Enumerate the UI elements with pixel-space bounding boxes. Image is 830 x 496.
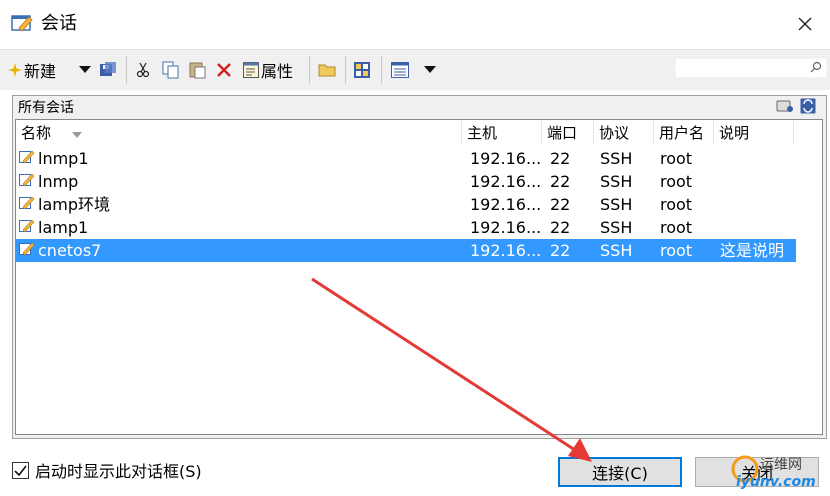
toolbar-separator	[126, 56, 127, 84]
session-cell-port: 22	[550, 241, 571, 260]
session-cell-protocol: SSH	[600, 149, 633, 168]
connect-button[interactable]: 连接(C)	[558, 457, 682, 487]
panel-actions	[776, 98, 816, 114]
properties-button[interactable]: 属性	[243, 50, 293, 90]
column-header-description[interactable]: 说明	[714, 121, 794, 145]
save-icon	[100, 62, 116, 76]
session-cell-user: root	[660, 218, 693, 237]
copy-button[interactable]	[162, 50, 180, 90]
column-header-port[interactable]: 端口	[542, 121, 594, 145]
session-cell-protocol: SSH	[600, 218, 633, 237]
close-icon	[798, 17, 812, 31]
session-manager-button[interactable]	[353, 50, 371, 90]
session-row[interactable]: cnetos7 192.16... 22 SSH root 这是说明	[16, 239, 796, 262]
connect-button-label: 连接(C)	[592, 464, 648, 483]
search-input[interactable]	[675, 58, 827, 78]
session-row[interactable]: lamp1 192.16... 22 SSH root	[16, 216, 796, 239]
sessions-panel: 所有会话 名称 主机 端口 协议 用户名 说明 lnmp1 192.16... 22…	[12, 95, 827, 439]
session-cell-protocol: SSH	[600, 172, 633, 191]
session-cell-port: 22	[550, 218, 571, 237]
session-cell-user: root	[660, 195, 693, 214]
session-cell-protocol: SSH	[600, 241, 633, 260]
session-cell-user: root	[660, 149, 693, 168]
session-cell-port: 22	[550, 149, 571, 168]
session-cell-host: 192.16...	[470, 218, 542, 237]
session-cell-name: lamp1	[38, 218, 89, 237]
toolbar-separator	[381, 56, 382, 84]
session-cell-desc: 这是说明	[720, 241, 785, 260]
session-icon	[19, 196, 35, 210]
scissors-icon	[136, 62, 150, 78]
checkmark-icon	[14, 465, 27, 476]
new-sparkle-icon	[8, 63, 22, 77]
toolbar: 新建 属性	[0, 49, 830, 90]
session-cell-host: 192.16...	[470, 195, 542, 214]
properties-label: 属性	[261, 62, 294, 81]
panel-heading: 所有会话	[18, 100, 74, 116]
toolbar-separator	[345, 56, 346, 84]
connect-icon[interactable]	[776, 98, 794, 114]
title-bar: 会话	[0, 0, 830, 48]
startup-checkbox[interactable]	[12, 461, 29, 479]
close-window-button[interactable]	[780, 0, 830, 48]
new-dropdown-button[interactable]	[79, 50, 91, 90]
startup-checkbox-row[interactable]: 启动时显示此对话框(S)	[12, 458, 202, 482]
session-icon	[19, 173, 35, 187]
window-title: 会话	[41, 13, 77, 34]
session-row[interactable]: lamp环境 192.16... 22 SSH root	[16, 193, 796, 216]
session-icon	[19, 150, 35, 164]
session-cell-user: root	[660, 172, 693, 191]
sort-indicator-icon	[71, 132, 82, 138]
column-header-host[interactable]: 主机	[462, 121, 542, 145]
new-session-label: 新建	[24, 62, 57, 81]
session-icon	[19, 242, 35, 256]
session-cell-name: lamp环境	[38, 195, 110, 214]
watermark-domain: iyunv.com	[736, 474, 816, 490]
column-header-protocol[interactable]: 协议	[594, 121, 654, 145]
search-icon	[810, 61, 822, 73]
session-cell-user: root	[660, 241, 693, 260]
session-cell-name: cnetos7	[38, 241, 102, 260]
session-icon	[19, 219, 35, 233]
session-row[interactable]: lnmp1 192.16... 22 SSH root	[16, 147, 796, 170]
delete-x-icon	[217, 63, 231, 77]
app-icon	[11, 15, 33, 32]
column-header-name-label: 名称	[21, 124, 52, 142]
session-cell-name: lnmp1	[38, 149, 89, 168]
session-cell-host: 192.16...	[470, 149, 542, 168]
toolbar-separator	[309, 56, 310, 84]
session-manager-icon	[354, 62, 370, 78]
session-cell-host: 192.16...	[470, 172, 542, 191]
watermark-text: 运维网	[760, 457, 802, 473]
session-list[interactable]: 名称 主机 端口 协议 用户名 说明 lnmp1 192.16... 22 SSH ro…	[15, 119, 823, 435]
session-cell-port: 22	[550, 195, 571, 214]
chevron-down-icon	[424, 66, 436, 73]
new-session-button[interactable]: 新建	[8, 50, 56, 90]
session-cell-host: 192.16...	[470, 241, 542, 260]
watermark-logo: 运维网 iyunv.com	[728, 452, 830, 496]
properties-icon	[243, 62, 259, 78]
delete-button[interactable]	[217, 50, 231, 90]
refresh-icon[interactable]	[800, 98, 816, 114]
session-cell-name: lnmp	[38, 172, 79, 191]
copy-icon	[162, 61, 179, 79]
folder-icon	[318, 64, 336, 77]
paste-icon	[189, 62, 206, 79]
startup-checkbox-label: 启动时显示此对话框(S)	[35, 462, 202, 481]
session-row[interactable]: lnmp 192.16... 22 SSH root	[16, 170, 796, 193]
list-view-icon	[391, 62, 409, 78]
view-button[interactable]	[391, 50, 409, 90]
view-dropdown-button[interactable]	[424, 50, 436, 90]
column-header-name[interactable]: 名称	[16, 121, 462, 145]
column-header-user[interactable]: 用户名	[654, 121, 714, 145]
cut-button[interactable]	[136, 50, 150, 90]
paste-button[interactable]	[189, 50, 207, 90]
chevron-down-icon	[79, 66, 91, 73]
session-cell-protocol: SSH	[600, 195, 633, 214]
session-cell-port: 22	[550, 172, 571, 191]
save-button[interactable]	[99, 50, 117, 90]
new-folder-button[interactable]	[318, 50, 336, 90]
